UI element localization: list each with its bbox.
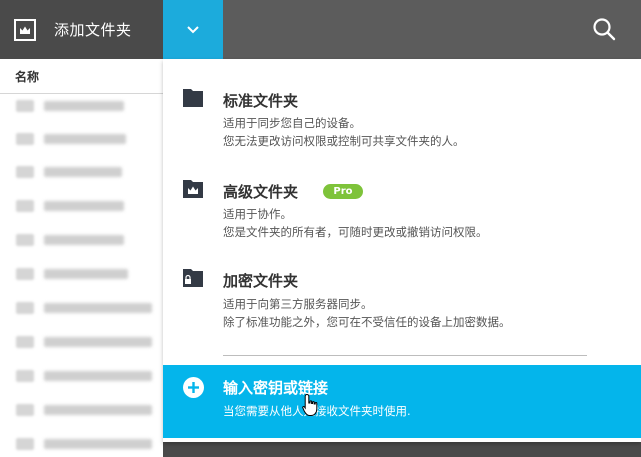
blurred-text: [44, 303, 152, 313]
blurred-icon: [16, 100, 34, 112]
blurred-icon: [16, 438, 34, 450]
list-item[interactable]: [16, 335, 152, 349]
blurred-icon: [16, 404, 34, 416]
menu-divider: [223, 355, 587, 356]
list-item[interactable]: [16, 369, 152, 383]
blurred-icon: [16, 234, 34, 246]
encrypted-folder-title: 加密文件夹: [223, 272, 299, 290]
blurred-text: [44, 337, 152, 347]
folder-lock-icon: [183, 269, 203, 287]
blurred-icon: [16, 133, 34, 145]
search-icon[interactable]: [591, 16, 617, 42]
blurred-text: [44, 235, 124, 245]
add-folder-title: 添加文件夹: [54, 21, 132, 39]
blurred-icon: [16, 370, 34, 382]
list-item[interactable]: [16, 301, 152, 315]
blurred-icon: [16, 200, 34, 212]
advanced-folder-desc-1: 适用于协作。: [223, 207, 292, 221]
folder-crown-icon: [14, 18, 36, 41]
folder-icon: [183, 89, 203, 107]
list-item[interactable]: [16, 403, 152, 417]
advanced-folder-option[interactable]: 高级文件夹 Pro 适用于协作。 您是文件夹的所有者，可随时更改或撤销访问权限。: [163, 159, 641, 249]
standard-folder-title: 标准文件夹: [223, 92, 299, 110]
list-item[interactable]: [16, 199, 124, 213]
list-item[interactable]: [16, 233, 124, 247]
blurred-text: [44, 134, 126, 144]
list-item[interactable]: [16, 132, 126, 146]
blurred-text: [44, 167, 122, 177]
plus-circle-icon: [183, 377, 204, 398]
list-item[interactable]: [16, 267, 128, 281]
standard-folder-desc-1: 适用于同步您自己的设备。: [223, 116, 361, 130]
blurred-text: [44, 405, 152, 415]
folder-crown-icon: [183, 180, 203, 198]
dropdown-toggle-button[interactable]: [163, 0, 223, 59]
blurred-text: [44, 269, 128, 279]
blurred-icon: [16, 268, 34, 280]
advanced-folder-title: 高级文件夹: [223, 183, 299, 201]
standard-folder-option[interactable]: 标准文件夹 适用于同步您自己的设备。 您无法更改访问权限或控制可共享文件夹的人。: [163, 59, 641, 159]
blurred-text: [44, 101, 124, 111]
chevron-down-icon: [187, 25, 199, 33]
list-item[interactable]: [16, 99, 124, 113]
list-item[interactable]: [16, 437, 152, 451]
add-folder-dropdown-menu: 标准文件夹 适用于同步您自己的设备。 您无法更改访问权限或控制可共享文件夹的人。…: [163, 59, 641, 442]
blurred-icon: [16, 166, 34, 178]
encrypted-folder-option[interactable]: 加密文件夹 适用于向第三方服务器同步。 除了标准功能之外，您可在不受信任的设备上…: [163, 249, 641, 344]
pro-badge: Pro: [323, 184, 363, 199]
list-item[interactable]: [16, 165, 122, 179]
standard-folder-desc-2: 您无法更改访问权限或控制可共享文件夹的人。: [223, 134, 465, 148]
blurred-icon: [16, 302, 34, 314]
encrypted-folder-desc-1: 适用于向第三方服务器同步。: [223, 297, 373, 311]
blurred-text: [44, 371, 152, 381]
file-list-panel: 名称: [0, 59, 163, 457]
hand-pointer-cursor-icon: [302, 393, 318, 416]
top-bar: 添加文件夹: [0, 0, 641, 59]
blurred-icon: [16, 336, 34, 348]
advanced-folder-desc-2: 您是文件夹的所有者，可随时更改或撤销访问权限。: [223, 225, 488, 239]
blurred-text: [44, 439, 152, 449]
encrypted-folder-desc-2: 除了标准功能之外，您可在不受信任的设备上加密数据。: [223, 315, 511, 329]
column-header-name[interactable]: 名称: [0, 59, 163, 94]
blurred-text: [44, 201, 124, 211]
add-folder-header[interactable]: 添加文件夹: [0, 0, 163, 59]
enter-key-or-link-option[interactable]: 输入密钥或链接 当您需要从他人处接收文件夹时使用.: [163, 365, 641, 438]
